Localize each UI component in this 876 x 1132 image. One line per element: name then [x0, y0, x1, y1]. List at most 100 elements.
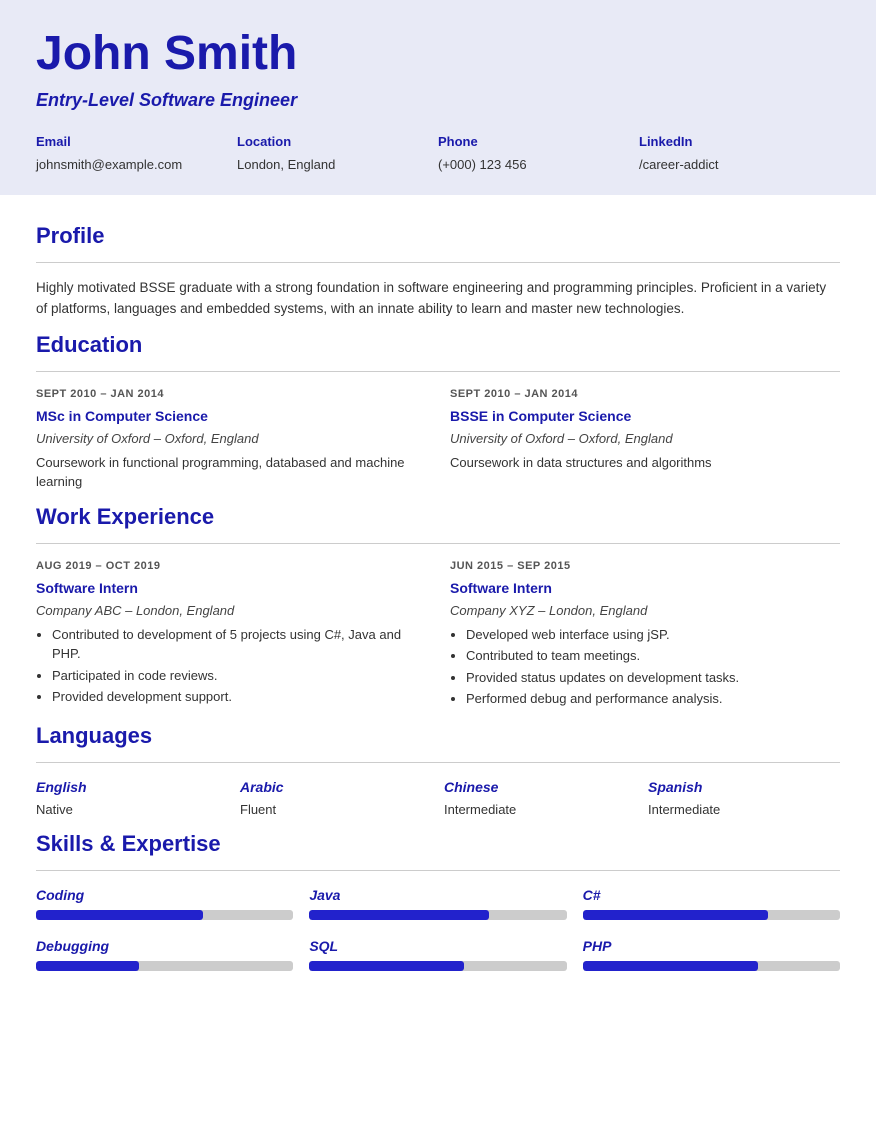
edu-desc-0: Coursework in functional programming, da…	[36, 453, 426, 492]
work-bullets-1: Developed web interface using jSP.Contri…	[450, 625, 840, 709]
work-title: Work Experience	[36, 500, 840, 533]
skill-bar-fill-1	[36, 961, 139, 971]
skill-bar-bg-1	[36, 961, 293, 971]
skill-bar-fill-0	[36, 910, 203, 920]
skill-bar-bg-2	[309, 910, 566, 920]
skill-item-3: SQL	[309, 936, 566, 971]
lang-level-0: Native	[36, 800, 228, 820]
edu-desc-1: Coursework in data structures and algori…	[450, 453, 840, 473]
work-bullet: Contributed to team meetings.	[466, 646, 840, 666]
skills-divider	[36, 870, 840, 871]
skills-title: Skills & Expertise	[36, 827, 840, 860]
contact-email-col: Email johnsmith@example.com	[36, 132, 237, 175]
skills-section: Skills & Expertise Coding Java C# Debugg…	[36, 827, 840, 971]
lang-level-2: Intermediate	[444, 800, 636, 820]
header: John Smith Entry-Level Software Engineer…	[0, 0, 876, 195]
work-bullet: Participated in code reviews.	[52, 666, 426, 686]
work-company-1: Company XYZ – London, England	[450, 601, 840, 621]
candidate-name: John Smith	[36, 28, 840, 81]
skill-bar-bg-4	[583, 910, 840, 920]
work-bullet: Provided status updates on development t…	[466, 668, 840, 688]
skill-name-0: Coding	[36, 885, 293, 906]
languages-section: Languages English Native Arabic Fluent C…	[36, 719, 840, 820]
edu-degree-1: BSSE in Computer Science	[450, 406, 840, 427]
email-value: johnsmith@example.com	[36, 155, 237, 175]
languages-divider	[36, 762, 840, 763]
education-title: Education	[36, 328, 840, 361]
profile-section: Profile Highly motivated BSSE graduate w…	[36, 219, 840, 320]
lang-name-3: Spanish	[648, 777, 840, 798]
location-value: London, England	[237, 155, 438, 175]
work-date-0: AUG 2019 – OCT 2019	[36, 558, 426, 575]
languages-title: Languages	[36, 719, 840, 752]
contact-location-col: Location London, England	[237, 132, 438, 175]
work-item-1: JUN 2015 – SEP 2015 Software Intern Comp…	[450, 558, 840, 711]
skill-bar-fill-2	[309, 910, 489, 920]
work-bullet: Provided development support.	[52, 687, 426, 707]
profile-divider	[36, 262, 840, 263]
edu-date-0: SEPT 2010 – JAN 2014	[36, 386, 426, 403]
work-bullets-0: Contributed to development of 5 projects…	[36, 625, 426, 707]
skill-name-1: Debugging	[36, 936, 293, 957]
profile-text: Highly motivated BSSE graduate with a st…	[36, 277, 840, 320]
lang-level-1: Fluent	[240, 800, 432, 820]
education-grid: SEPT 2010 – JAN 2014 MSc in Computer Sci…	[36, 386, 840, 492]
skill-bar-fill-4	[583, 910, 768, 920]
language-item-3: Spanish Intermediate	[648, 777, 840, 820]
skill-name-5: PHP	[583, 936, 840, 957]
skills-grid: Coding Java C# Debugging SQL PHP	[36, 885, 840, 971]
edu-date-1: SEPT 2010 – JAN 2014	[450, 386, 840, 403]
work-bullet: Contributed to development of 5 projects…	[52, 625, 426, 664]
edu-institution-1: University of Oxford – Oxford, England	[450, 429, 840, 449]
education-divider	[36, 371, 840, 372]
email-label: Email	[36, 132, 237, 152]
linkedin-label: LinkedIn	[639, 132, 840, 152]
language-item-0: English Native	[36, 777, 228, 820]
work-bullet: Performed debug and performance analysis…	[466, 689, 840, 709]
work-title-1: Software Intern	[450, 578, 840, 599]
languages-grid: English Native Arabic Fluent Chinese Int…	[36, 777, 840, 820]
location-label: Location	[237, 132, 438, 152]
education-section: Education SEPT 2010 – JAN 2014 MSc in Co…	[36, 328, 840, 492]
skill-item-1: Debugging	[36, 936, 293, 971]
work-divider	[36, 543, 840, 544]
contact-row: Email johnsmith@example.com Location Lon…	[36, 132, 840, 175]
skill-name-3: SQL	[309, 936, 566, 957]
lang-level-3: Intermediate	[648, 800, 840, 820]
work-date-1: JUN 2015 – SEP 2015	[450, 558, 840, 575]
skill-item-4: C#	[583, 885, 840, 920]
skill-bar-fill-5	[583, 961, 758, 971]
contact-linkedin-col: LinkedIn /career-addict	[639, 132, 840, 175]
profile-title: Profile	[36, 219, 840, 252]
phone-value: (+000) 123 456	[438, 155, 639, 175]
main-content: Profile Highly motivated BSSE graduate w…	[0, 195, 876, 1004]
phone-label: Phone	[438, 132, 639, 152]
lang-name-2: Chinese	[444, 777, 636, 798]
work-company-0: Company ABC – London, England	[36, 601, 426, 621]
education-item-0: SEPT 2010 – JAN 2014 MSc in Computer Sci…	[36, 386, 426, 492]
lang-name-1: Arabic	[240, 777, 432, 798]
contact-phone-col: Phone (+000) 123 456	[438, 132, 639, 175]
work-grid: AUG 2019 – OCT 2019 Software Intern Comp…	[36, 558, 840, 711]
work-title-0: Software Intern	[36, 578, 426, 599]
candidate-title: Entry-Level Software Engineer	[36, 87, 840, 114]
edu-institution-0: University of Oxford – Oxford, England	[36, 429, 426, 449]
skill-bar-bg-3	[309, 961, 566, 971]
skill-bar-bg-5	[583, 961, 840, 971]
skill-item-0: Coding	[36, 885, 293, 920]
skill-bar-bg-0	[36, 910, 293, 920]
education-item-1: SEPT 2010 – JAN 2014 BSSE in Computer Sc…	[450, 386, 840, 492]
lang-name-0: English	[36, 777, 228, 798]
linkedin-value: /career-addict	[639, 155, 840, 175]
skill-name-2: Java	[309, 885, 566, 906]
language-item-1: Arabic Fluent	[240, 777, 432, 820]
skill-name-4: C#	[583, 885, 840, 906]
skill-item-5: PHP	[583, 936, 840, 971]
skill-item-2: Java	[309, 885, 566, 920]
language-item-2: Chinese Intermediate	[444, 777, 636, 820]
work-item-0: AUG 2019 – OCT 2019 Software Intern Comp…	[36, 558, 426, 711]
work-section: Work Experience AUG 2019 – OCT 2019 Soft…	[36, 500, 840, 711]
work-bullet: Developed web interface using jSP.	[466, 625, 840, 645]
edu-degree-0: MSc in Computer Science	[36, 406, 426, 427]
skill-bar-fill-3	[309, 961, 463, 971]
